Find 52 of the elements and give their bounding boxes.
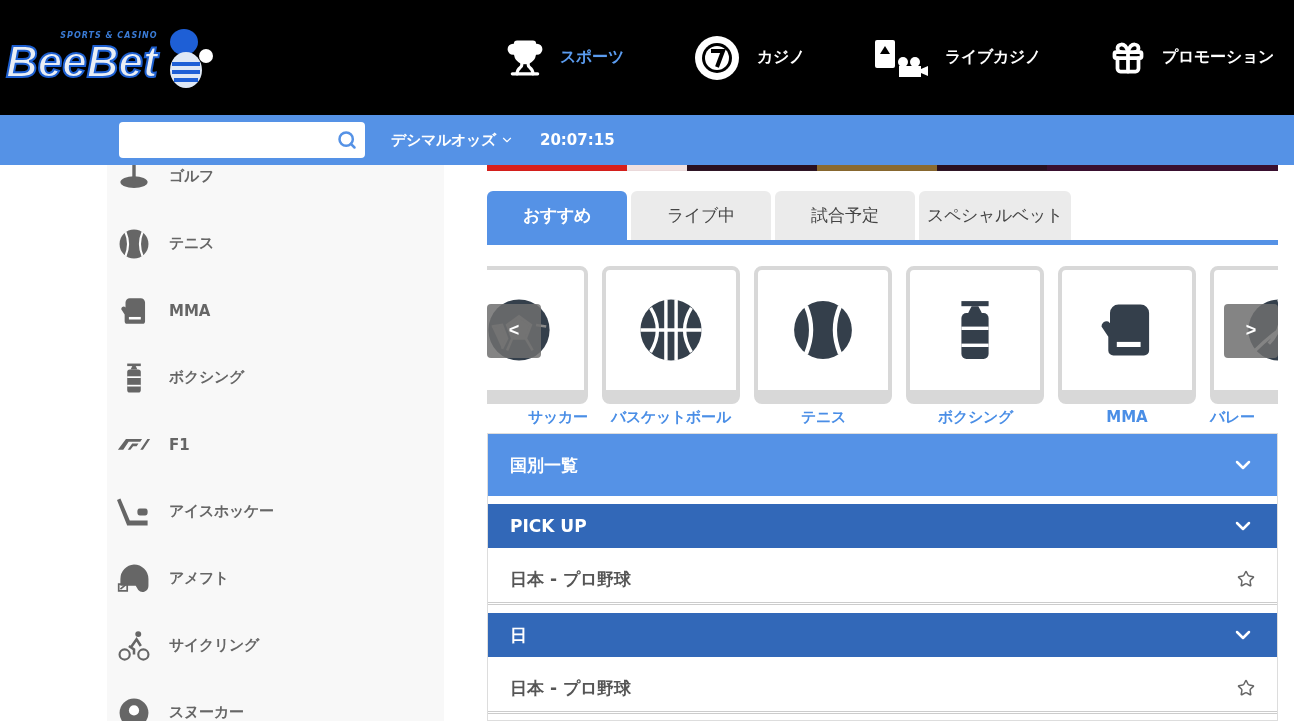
tab[interactable]: スペシャルベット	[919, 190, 1071, 240]
sport-menu-item[interactable]: アイスホッケー	[107, 478, 444, 545]
logo-tagline: SPORTS & CASINO	[60, 31, 158, 40]
section-header[interactable]: 国別一覧	[488, 434, 1277, 496]
section-header[interactable]: 日	[488, 613, 1277, 657]
sport-label: MMA	[1106, 407, 1148, 425]
f1-icon	[117, 439, 151, 450]
sport-card[interactable]	[906, 265, 1044, 404]
cyclist-icon	[117, 628, 151, 663]
clock-time: 20:07:15	[540, 131, 615, 149]
tab[interactable]: ライブ中	[631, 190, 771, 240]
casino-chip-icon	[692, 33, 741, 82]
nav-link[interactable]: ライブカジノ	[873, 37, 1042, 78]
sport-label: バレー	[1210, 407, 1255, 425]
star-icon[interactable]	[1237, 679, 1255, 697]
sport-menu-item[interactable]: サイクリング	[107, 612, 444, 679]
sport-label: バスケットボール	[611, 407, 731, 425]
league-row[interactable]: 日本 - プロ野球	[488, 665, 1277, 714]
sport-menu-item[interactable]: ゴルフ	[107, 165, 444, 210]
trophy-icon	[506, 38, 544, 77]
section-header[interactable]: PICK UP	[488, 504, 1277, 548]
sport-card[interactable]	[1058, 265, 1196, 404]
league-name: 日本 - プロ野球	[510, 567, 631, 591]
next-button[interactable]: >	[1224, 303, 1278, 358]
nav-link[interactable]: カジノ	[692, 33, 805, 82]
sport-menu-item[interactable]: テニス	[107, 210, 444, 277]
sport-menu-item[interactable]: アメフト	[107, 545, 444, 612]
cards-camera-icon	[873, 37, 930, 78]
section-title: PICK UP	[510, 516, 587, 536]
sport-menu-item[interactable]: スヌーカー	[107, 679, 444, 721]
league-row[interactable]: 日本 - プロ野球	[488, 556, 1277, 605]
sport-menu-item[interactable]: F1	[107, 411, 444, 478]
logo-wordmark: BeeBet	[6, 40, 158, 84]
search-icon	[337, 130, 357, 150]
nav-link[interactable]: プロモーション	[1109, 39, 1274, 76]
previous-button[interactable]: <	[487, 303, 541, 358]
search-field[interactable]	[119, 122, 365, 158]
tab[interactable]: 試合予定	[775, 190, 915, 240]
section-title: 日	[510, 623, 527, 647]
sport-label: サッカー	[528, 407, 588, 425]
sport-card[interactable]	[602, 265, 740, 404]
odds-format-dropdown[interactable]: デシマルオッズ	[391, 130, 514, 150]
tab[interactable]: おすすめ	[487, 190, 627, 240]
sport-label: テニス	[800, 407, 846, 425]
sport-label: ボクシング	[937, 407, 1013, 425]
section-title: 国別一覧	[510, 453, 578, 477]
sport-card[interactable]	[754, 265, 892, 404]
league-name: 日本 - プロ野球	[510, 676, 631, 700]
star-icon[interactable]	[1237, 570, 1255, 588]
sport-menu-item[interactable]: MMA	[107, 277, 444, 344]
sport-menu-item[interactable]: ボクシング	[107, 344, 444, 411]
nav-link[interactable]: スポーツ	[506, 38, 624, 77]
